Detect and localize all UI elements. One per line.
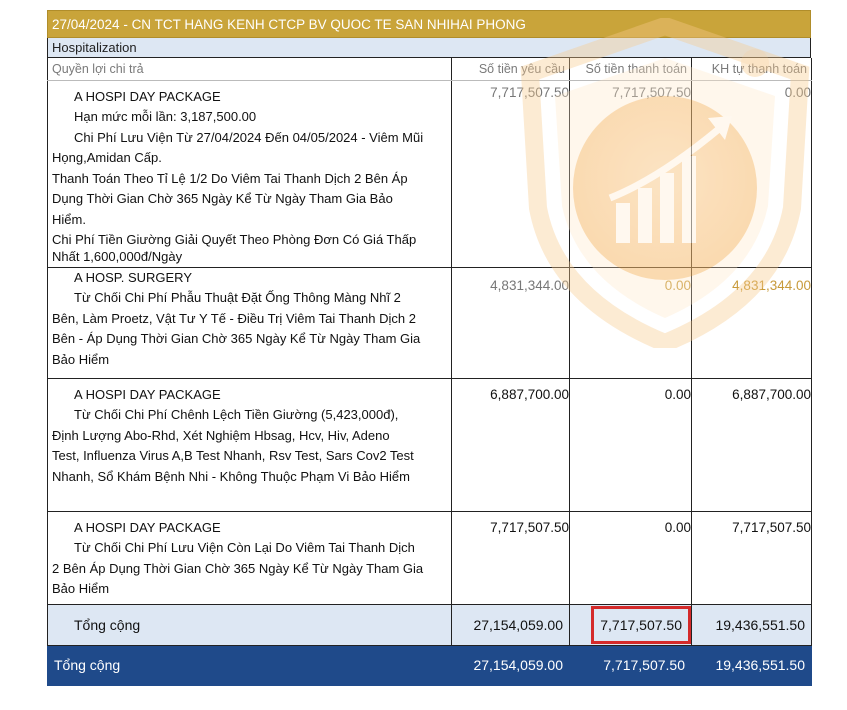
highlighted-paid-amount: 7,717,507.50 [591, 605, 691, 644]
col-customer-paid: KH tự thanh toán [691, 58, 812, 81]
subtotal-row: Tổng cộng 27,154,059.00 7,717,507.50 19,… [47, 603, 812, 646]
table-row: A HOSPI DAY PACKAGE Từ Chối Chi Phí Lưu … [47, 511, 812, 605]
grand-total-row: Tổng cộng 27,154,059.00 7,717,507.50 19,… [47, 644, 812, 686]
row-requested: 6,887,700.00 [451, 378, 570, 512]
row-requested: 7,717,507.50 [451, 80, 570, 268]
row-requested: 4,831,344.00 [451, 267, 570, 379]
table-row: A HOSPI DAY PACKAGE Hạn mức mỗi lần: 3,1… [47, 80, 812, 268]
col-benefit: Quyền lợi chi trả [47, 58, 452, 81]
row-paid: 7,717,507.50 [569, 80, 692, 268]
col-requested: Số tiền yêu cầu [451, 58, 570, 81]
row-customer-paid: 6,887,700.00 [691, 378, 812, 512]
row-paid: 0.00 [569, 511, 692, 605]
grand-total-customer-paid: 19,436,551.50 [691, 644, 812, 686]
grand-total-label: Tổng cộng [47, 644, 452, 686]
row-description: A HOSPI DAY PACKAGE Từ Chối Chi Phí Lưu … [47, 511, 452, 605]
row-paid: 0.00 [569, 267, 692, 379]
row-description: A HOSPI DAY PACKAGE Từ Chối Chi Phí Chên… [47, 378, 452, 512]
row-customer-paid: 0.00 [691, 80, 812, 268]
row-description: A HOSP. SURGERY Từ Chối Chi Phí Phẫu Thu… [47, 267, 452, 379]
section-title: Hospitalization [47, 38, 811, 58]
subtotal-customer-paid: 19,436,551.50 [691, 603, 812, 646]
table-row: A HOSP. SURGERY Từ Chối Chi Phí Phẫu Thu… [47, 267, 812, 379]
subtotal-label: Tổng cộng [47, 603, 452, 646]
claim-header-title: 27/04/2024 - CN TCT HANG KENH CTCP BV QU… [47, 10, 811, 38]
grand-total-requested: 27,154,059.00 [451, 644, 570, 686]
table-header-row: Quyền lợi chi trả Số tiền yêu cầu Số tiề… [47, 58, 812, 81]
claim-statement: 27/04/2024 - CN TCT HANG KENH CTCP BV QU… [47, 10, 812, 686]
row-paid: 0.00 [569, 378, 692, 512]
benefit-table: Quyền lợi chi trả Số tiền yêu cầu Số tiề… [47, 58, 812, 686]
col-paid: Số tiền thanh toán [569, 58, 692, 81]
subtotal-requested: 27,154,059.00 [451, 603, 570, 646]
grand-total-paid: 7,717,507.50 [569, 644, 692, 686]
row-requested: 7,717,507.50 [451, 511, 570, 605]
row-customer-paid: 7,717,507.50 [691, 511, 812, 605]
subtotal-paid-cell: 7,717,507.50 [569, 603, 692, 646]
row-description: A HOSPI DAY PACKAGE Hạn mức mỗi lần: 3,1… [47, 80, 452, 268]
row-customer-paid: 4,831,344.00 [691, 267, 812, 379]
table-row: A HOSPI DAY PACKAGE Từ Chối Chi Phí Chên… [47, 378, 812, 512]
